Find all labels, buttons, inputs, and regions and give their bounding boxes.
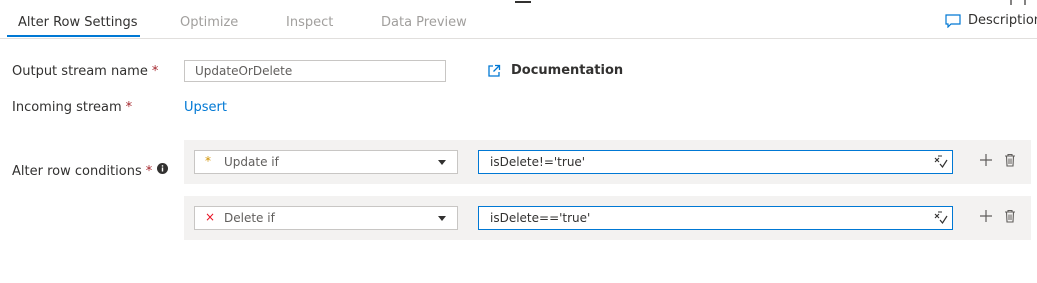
description-button[interactable]: Description xyxy=(945,13,1037,28)
expand-icon[interactable] xyxy=(1010,0,1026,8)
documentation-label: Documentation xyxy=(511,63,624,78)
documentation-link[interactable]: Documentation xyxy=(487,63,623,78)
info-icon[interactable] xyxy=(157,163,169,174)
condition-type-label: Update if xyxy=(224,155,279,169)
condition-expression-input[interactable]: isDelete!='true' xyxy=(478,150,953,174)
condition-type-dropdown[interactable]: × Delete if xyxy=(194,206,458,230)
delete-icon[interactable] xyxy=(1004,209,1016,223)
tab-alter-row-settings[interactable]: Alter Row Settings xyxy=(18,15,138,30)
delete-icon[interactable] xyxy=(1004,153,1016,167)
tab-inspect[interactable]: Inspect xyxy=(286,15,333,30)
required-asterisk: * xyxy=(145,164,153,179)
output-stream-name-input[interactable] xyxy=(184,60,446,82)
output-stream-label-row: Output stream name * xyxy=(12,64,158,79)
condition-expression-text: isDelete!='true' xyxy=(490,155,586,169)
required-asterisk: * xyxy=(125,100,133,115)
conditions-label-row: Alter row conditions * xyxy=(12,163,169,179)
incoming-stream-label: Incoming stream xyxy=(12,100,122,115)
add-icon[interactable] xyxy=(979,209,993,223)
comment-icon xyxy=(945,13,961,28)
x-icon: × xyxy=(205,210,216,224)
tab-data-preview[interactable]: Data Preview xyxy=(381,15,467,30)
drag-handle[interactable] xyxy=(515,1,531,3)
add-icon[interactable] xyxy=(979,153,993,167)
external-link-icon xyxy=(488,64,501,77)
expression-builder-icon[interactable] xyxy=(934,211,948,225)
description-label: Description xyxy=(968,13,1037,28)
condition-row: * Update if isDelete!='true' xyxy=(184,140,1031,184)
condition-row: × Delete if isDelete=='true' xyxy=(184,196,1031,240)
incoming-stream-link[interactable]: Upsert xyxy=(184,100,227,115)
conditions-label: Alter row conditions xyxy=(12,164,142,179)
required-asterisk: * xyxy=(151,64,159,79)
condition-type-label: Delete if xyxy=(224,211,275,225)
expression-builder-icon[interactable] xyxy=(934,155,948,169)
condition-type-dropdown[interactable]: * Update if xyxy=(194,150,458,174)
condition-expression-text: isDelete=='true' xyxy=(490,211,591,225)
condition-expression-input[interactable]: isDelete=='true' xyxy=(478,206,953,230)
asterisk-icon: * xyxy=(205,154,211,168)
incoming-stream-label-row: Incoming stream * xyxy=(12,100,132,115)
tab-optimize[interactable]: Optimize xyxy=(180,15,238,30)
active-tab-indicator xyxy=(7,35,140,37)
tab-bar: Alter Row Settings Optimize Inspect Data… xyxy=(0,0,1037,39)
chevron-down-icon xyxy=(438,216,446,221)
chevron-down-icon xyxy=(438,160,446,165)
output-stream-label: Output stream name xyxy=(12,64,148,79)
